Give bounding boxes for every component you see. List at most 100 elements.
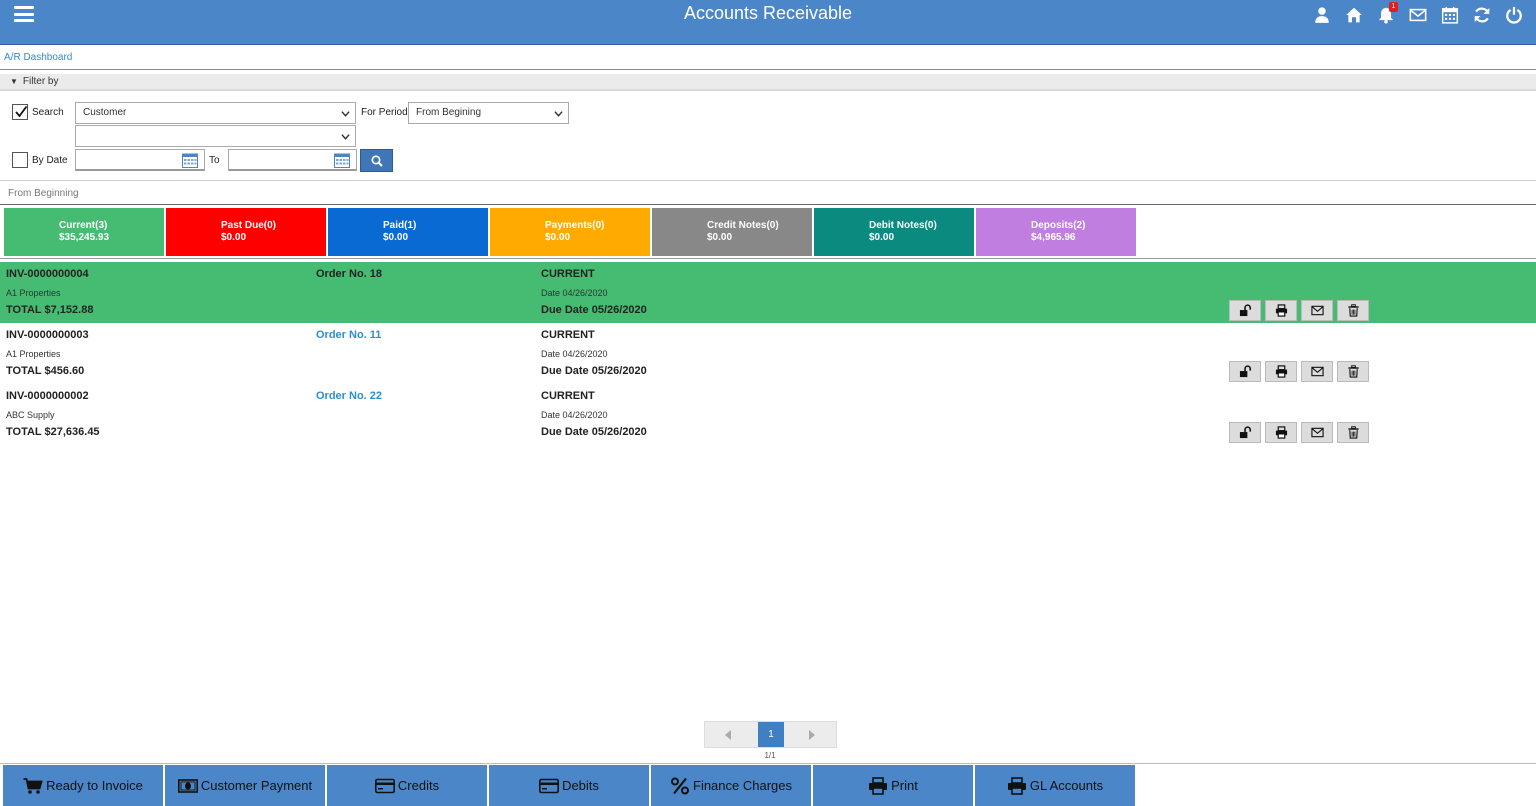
card-credit-notes[interactable]: Credit Notes(0) $0.00 [652,208,812,256]
customer-payment-button[interactable]: Customer Payment [165,765,325,806]
print-button[interactable] [1265,300,1297,321]
card-past-due[interactable]: Past Due(0) $0.00 [166,208,326,256]
invoice-number: INV-0000000004 [6,268,89,280]
period-note: From Beginning [8,188,79,199]
trash-icon [1347,365,1359,378]
invoice-total: TOTAL $456.60 [6,365,85,377]
calendar-icon[interactable] [182,153,198,168]
money-icon [177,778,198,793]
credits-button[interactable]: Credits [327,765,487,806]
gl-accounts-button[interactable]: GL Accounts [975,765,1135,806]
card-amount: $0.00 [545,232,571,243]
period-value: From Begining [416,107,482,118]
order-link[interactable]: Order No. 11 [316,329,381,341]
bottom-toolbar: Ready to Invoice Customer Payment Credit… [3,765,1135,806]
invoice-customer: A1 Properties [6,288,61,298]
chevron-down-icon [341,111,350,117]
finance-charges-button[interactable]: Finance Charges [651,765,811,806]
search-field-select[interactable]: Customer [75,102,356,124]
search-icon [370,154,383,167]
user-icon[interactable] [1306,4,1338,26]
calendar-icon[interactable] [334,153,350,168]
by-date-checkbox[interactable] [12,152,28,168]
invoice-status: CURRENT [541,390,595,402]
card-debit-notes[interactable]: Debit Notes(0) $0.00 [814,208,974,256]
delete-button[interactable] [1337,300,1369,321]
period-select[interactable]: From Begining [408,102,569,124]
chevron-down-icon [341,134,350,140]
card-amount: $0.00 [869,232,895,243]
card-title: Paid(1) [383,220,417,231]
search-label: Search [32,107,64,118]
previous-page-icon[interactable] [723,729,733,741]
trash-icon [1347,426,1359,439]
mail-icon[interactable] [1402,4,1434,26]
invoice-total: TOTAL $7,152.88 [6,304,94,316]
order-link[interactable]: Order No. 18 [316,268,382,280]
invoice-row[interactable]: INV-0000000004 A1 Properties TOTAL $7,15… [0,262,1536,323]
card-amount: $0.00 [383,232,409,243]
card-title: Deposits(2) [1031,220,1086,231]
ready-to-invoice-button[interactable]: Ready to Invoice [3,765,163,806]
page-1-button[interactable]: 1 [758,722,784,747]
debits-button[interactable]: Debits [489,765,649,806]
search-checkbox[interactable] [12,104,28,120]
breadcrumb[interactable]: A/R Dashboard [4,52,72,63]
unlock-button[interactable] [1229,300,1261,321]
next-page-icon[interactable] [807,729,817,741]
card-paid[interactable]: Paid(1) $0.00 [328,208,488,256]
pagination: 1 [704,721,837,748]
invoice-number: INV-0000000002 [6,390,89,402]
to-label: To [209,155,220,166]
card-deposits[interactable]: Deposits(2) $4,965.96 [976,208,1136,256]
search-value-select[interactable] [75,125,356,147]
percent-icon [671,777,689,794]
calendar-icon[interactable] [1434,4,1466,26]
invoice-date: Date 04/26/2020 [541,349,608,359]
invoice-date: Date 04/26/2020 [541,288,608,298]
invoice-customer: A1 Properties [6,349,61,359]
button-label: Finance Charges [693,778,792,793]
invoice-actions [1229,422,1369,443]
by-date-label: By Date [32,155,68,166]
delete-button[interactable] [1337,422,1369,443]
delete-button[interactable] [1337,361,1369,382]
order-link[interactable]: Order No. 22 [316,390,382,402]
card-amount: $0.00 [707,232,733,243]
divider [0,69,1536,70]
button-label: Print [891,778,918,793]
invoice-row[interactable]: INV-0000000003 A1 Properties TOTAL $456.… [0,323,1536,384]
invoice-row[interactable]: INV-0000000002 ABC Supply TOTAL $27,636.… [0,384,1536,445]
card-amount: $0.00 [221,232,247,243]
bell-icon[interactable]: 1 [1370,2,1402,26]
filter-section-label: Filter by [22,76,59,87]
home-icon[interactable] [1338,4,1370,26]
refresh-icon[interactable] [1466,4,1498,26]
email-button[interactable] [1301,300,1333,321]
print-button[interactable] [1265,361,1297,382]
invoice-list: INV-0000000004 A1 Properties TOTAL $7,15… [0,262,1536,445]
for-period-label: For Period [361,107,408,118]
to-date-input[interactable] [228,149,357,171]
invoice-total: TOTAL $27,636.45 [6,426,100,438]
unlock-button[interactable] [1229,361,1261,382]
search-button[interactable] [360,149,393,172]
card-current[interactable]: Current(3) $35,245.93 [4,208,164,256]
filter-section-header[interactable]: ▼ Filter by [0,74,1536,91]
button-label: Debits [562,778,599,793]
printer-icon [1007,776,1026,795]
unlock-button[interactable] [1229,422,1261,443]
button-label: Ready to Invoice [46,778,143,793]
power-icon[interactable] [1498,4,1530,26]
mail-icon [1310,305,1324,316]
print-all-button[interactable]: Print [813,765,973,806]
card-payments[interactable]: Payments(0) $0.00 [490,208,650,256]
menu-icon[interactable] [14,6,34,22]
credit-card-icon [374,778,395,793]
card-amount: $4,965.96 [1031,232,1076,243]
email-button[interactable] [1301,361,1333,382]
invoice-number: INV-0000000003 [6,329,89,341]
from-date-input[interactable] [75,149,205,171]
print-button[interactable] [1265,422,1297,443]
email-button[interactable] [1301,422,1333,443]
